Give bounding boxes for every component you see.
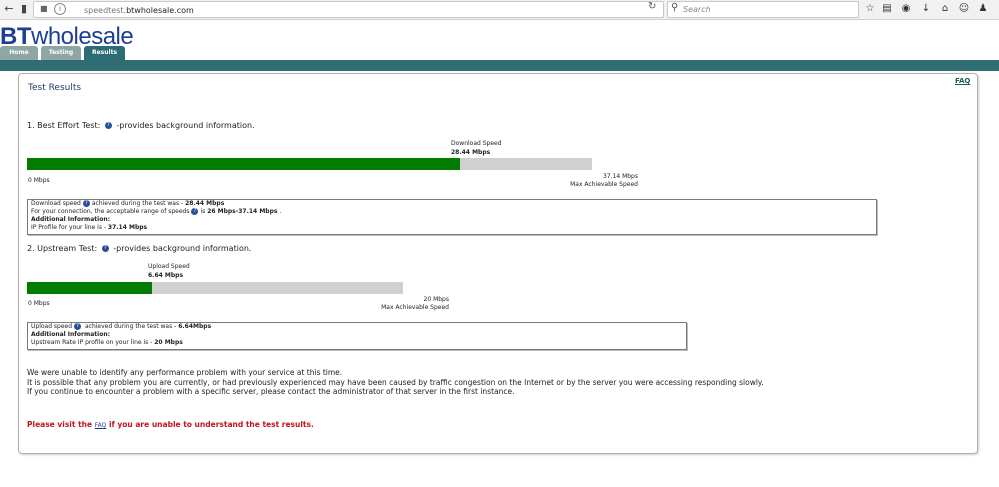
header-band	[0, 60, 999, 71]
download-speed-fill	[27, 158, 460, 170]
bookmark-star-icon[interactable]: ☆	[863, 2, 877, 16]
back-arrow-icon[interactable]: ←	[2, 2, 16, 16]
url-text: speedtest.btwholesale.com	[84, 6, 194, 15]
reload-icon[interactable]: ↻	[648, 1, 656, 12]
download-max-label: Max Achievable Speed	[570, 181, 638, 188]
reading-list-icon[interactable]: ▤	[880, 2, 894, 16]
chat-icon[interactable]: ☺	[957, 2, 971, 16]
tab-testing[interactable]: Testing	[41, 46, 81, 60]
search-placeholder: Search	[683, 5, 711, 14]
browser-toolbar: ← ▮ ■ i speedtest.btwholesale.com ↻ ⚲ Se…	[0, 0, 999, 20]
upload-speed-label: Upload Speed	[148, 263, 190, 270]
upload-additional-info: Additional Information:	[31, 331, 111, 338]
help-icon[interactable]: ?	[82, 200, 90, 207]
tab-results[interactable]: Results	[84, 46, 125, 60]
faq-link[interactable]: FAQ	[955, 77, 970, 85]
download-max-value: 37.14 Mbps	[602, 173, 638, 180]
faq-inline-link[interactable]: FAQ	[95, 422, 107, 429]
upload-info-line: Upload speed? achieved during the test w…	[31, 323, 212, 330]
search-icon: ⚲	[671, 2, 679, 13]
tab-home[interactable]: Home	[0, 46, 38, 60]
help-icon[interactable]: ?	[104, 122, 112, 129]
search-input[interactable]: ⚲ Search	[667, 1, 859, 18]
help-icon[interactable]: ?	[101, 245, 109, 252]
download-info-box: Download speed? achieved during the test …	[27, 199, 877, 235]
page-title: Test Results	[28, 83, 82, 93]
upload-ip-profile-line: Upstream Rate IP profile on your line is…	[31, 339, 183, 346]
upload-speed-bar	[27, 282, 403, 294]
upload-max-label: Max Achievable Speed	[381, 304, 449, 311]
download-speed-label: Download Speed	[451, 140, 502, 147]
download-min-label: 0 Mbps	[28, 177, 50, 184]
upload-speed-value: 6.64 Mbps	[148, 272, 184, 279]
upload-speed-fill	[27, 282, 152, 294]
download-test-heading: 1. Best Effort Test: ? -provides backgro…	[27, 121, 255, 130]
connection-icon[interactable]: ■	[40, 4, 48, 13]
help-icon[interactable]: ?	[191, 208, 199, 215]
upload-max-value: 20 Mbps	[423, 296, 449, 303]
home-icon[interactable]: ⌂	[938, 2, 952, 16]
faq-prompt: Please visit the FAQ if you are unable t…	[27, 420, 314, 429]
upload-test-heading: 2. Upstream Test: ? -provides background…	[27, 244, 252, 253]
summary-line-1: We were unable to identify any performan…	[27, 368, 343, 377]
download-speed-bar	[27, 158, 592, 170]
pocket-icon[interactable]: ◉	[899, 2, 913, 16]
upload-info-box: Upload speed? achieved during the test w…	[27, 322, 687, 350]
download-icon[interactable]: ↓	[919, 2, 933, 16]
help-icon[interactable]: ?	[74, 323, 82, 330]
download-ip-profile-line: IP Profile for your line is - 37.14 Mbps	[31, 224, 148, 231]
download-info-line: Download speed? achieved during the test …	[31, 200, 225, 207]
upload-min-label: 0 Mbps	[28, 300, 50, 307]
download-range-line: For your connection, the acceptable rang…	[31, 208, 282, 215]
download-speed-value: 28.44 Mbps	[451, 149, 491, 156]
download-additional-info: Additional Information:	[31, 216, 111, 223]
url-bar[interactable]: ■ i speedtest.btwholesale.com	[33, 1, 664, 18]
profile-icon[interactable]: ♟	[976, 2, 990, 16]
info-icon[interactable]: i	[54, 3, 66, 15]
sidebar-icon[interactable]: ▮	[17, 2, 31, 16]
summary-line-3: If you continue to encounter a problem w…	[27, 387, 515, 396]
